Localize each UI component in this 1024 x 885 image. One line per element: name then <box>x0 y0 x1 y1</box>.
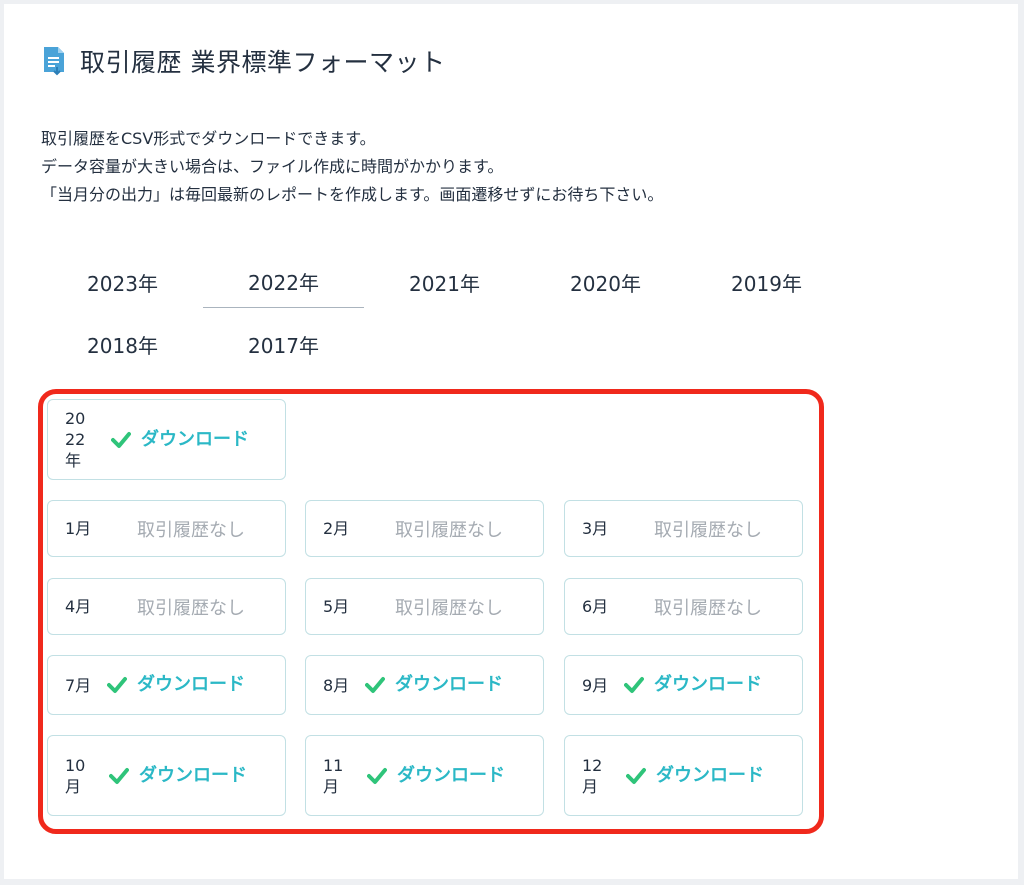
no-history-text: 取引履歴なし <box>654 519 762 541</box>
check-icon <box>109 767 129 784</box>
download-link[interactable]: ダウンロード <box>111 429 259 451</box>
check-icon <box>107 677 127 693</box>
tab-2021[interactable]: 2021年 <box>364 256 525 308</box>
check-icon <box>111 431 131 448</box>
no-history-text: 取引履歴なし <box>395 597 503 619</box>
check-icon <box>626 767 646 784</box>
month-label: 8月 <box>323 675 350 695</box>
download-label: ダウンロード <box>141 428 249 450</box>
month-label: 1月 <box>65 519 92 538</box>
page-header: 取引履歴 業界標準フォーマット <box>42 44 445 78</box>
download-label: ダウンロード <box>395 674 503 695</box>
download-link[interactable]: ダウンロード <box>367 765 515 787</box>
main-panel: 取引履歴 業界標準フォーマット 取引履歴をCSV形式でダウンロードできます。 デ… <box>4 4 1018 879</box>
check-icon <box>367 767 387 784</box>
tab-2020[interactable]: 2020年 <box>525 256 686 308</box>
month-label: 12月 <box>582 755 603 796</box>
download-label: ダウンロード <box>139 764 247 786</box>
month-label: 3月 <box>582 519 609 538</box>
no-history-text: 取引履歴なし <box>137 519 245 541</box>
no-history-text: 取引履歴なし <box>395 519 503 541</box>
no-history-text: 取引履歴なし <box>137 597 245 619</box>
month-card-5: 5月 取引履歴なし <box>305 578 544 635</box>
month-card-8[interactable]: 8月 ダウンロード <box>305 655 544 715</box>
month-label: 10月 <box>65 755 86 796</box>
month-card-2: 2月 取引履歴なし <box>305 500 544 557</box>
month-label: 5月 <box>323 597 350 616</box>
download-link[interactable]: ダウンロード <box>626 765 774 787</box>
tab-2023[interactable]: 2023年 <box>42 256 203 308</box>
description-line: データ容量が大きい場合は、ファイル作成に時間がかかります。 <box>41 157 504 176</box>
year-tabs: 2023年 2022年 2021年 2020年 2019年 2018年 2017… <box>42 256 847 380</box>
check-icon <box>624 677 644 693</box>
check-icon <box>365 677 385 693</box>
tab-2022[interactable]: 2022年 <box>203 256 364 308</box>
month-label: 11月 <box>323 755 344 796</box>
download-label: ダウンロード <box>656 764 764 786</box>
tab-2018[interactable]: 2018年 <box>42 318 203 370</box>
month-card-3: 3月 取引履歴なし <box>564 500 803 557</box>
download-link[interactable]: ダウンロード <box>365 674 503 696</box>
month-card-10[interactable]: 10月 ダウンロード <box>47 735 286 816</box>
download-label: ダウンロード <box>137 674 245 695</box>
month-label: 2月 <box>323 519 350 538</box>
document-download-icon <box>44 47 64 76</box>
download-label: ダウンロード <box>397 764 505 786</box>
page-title: 取引履歴 業界標準フォーマット <box>80 48 446 77</box>
year-label: 2022年 <box>65 409 86 470</box>
tab-2017[interactable]: 2017年 <box>203 318 364 370</box>
description: 取引履歴をCSV形式でダウンロードできます。 データ容量が大きい場合は、ファイル… <box>41 125 663 209</box>
description-line: 「当月分の出力」は毎回最新のレポートを作成します。画面遷移せずにお待ち下さい。 <box>41 185 664 204</box>
month-label: 9月 <box>582 675 609 695</box>
download-link[interactable]: ダウンロード <box>109 765 257 787</box>
download-label: ダウンロード <box>654 674 762 695</box>
download-link[interactable]: ダウンロード <box>624 674 762 696</box>
month-card-6: 6月 取引履歴なし <box>564 578 803 635</box>
month-card-12[interactable]: 12月 ダウンロード <box>564 735 803 816</box>
month-card-1: 1月 取引履歴なし <box>47 500 286 557</box>
month-card-11[interactable]: 11月 ダウンロード <box>305 735 544 816</box>
description-line: 取引履歴をCSV形式でダウンロードできます。 <box>41 129 376 148</box>
month-label: 7月 <box>65 675 92 695</box>
month-card-7[interactable]: 7月 ダウンロード <box>47 655 286 715</box>
month-label: 6月 <box>582 597 609 616</box>
month-card-4: 4月 取引履歴なし <box>47 578 286 635</box>
no-history-text: 取引履歴なし <box>654 597 762 619</box>
tab-2019[interactable]: 2019年 <box>686 256 847 308</box>
year-download-card[interactable]: 2022年 ダウンロード <box>47 399 286 480</box>
download-link[interactable]: ダウンロード <box>107 674 245 696</box>
month-card-9[interactable]: 9月 ダウンロード <box>564 655 803 715</box>
month-label: 4月 <box>65 597 92 616</box>
